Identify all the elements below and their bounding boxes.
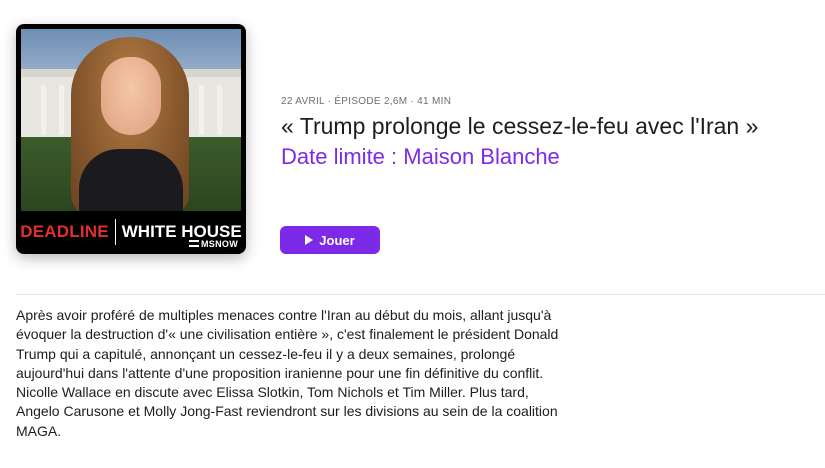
episode-title: « Trump prolonge le cessez-le-feu avec l… xyxy=(281,113,759,139)
brand-deadline: DEADLINE xyxy=(20,222,109,241)
play-icon xyxy=(305,235,314,245)
play-button[interactable]: Jouer xyxy=(280,226,380,254)
show-link[interactable]: Date limite : Maison Blanche xyxy=(281,144,560,170)
network-label: MSNOW xyxy=(201,239,238,249)
network-logo: MSNOW xyxy=(189,239,238,249)
brand-separator xyxy=(114,219,116,245)
play-button-label: Jouer xyxy=(319,232,355,248)
episode-meta: 22 AVRIL · ÉPISODE 2,6M · 41 MIN xyxy=(281,96,452,107)
divider xyxy=(16,294,825,295)
white-house-column xyxy=(217,85,222,135)
host-clothing xyxy=(79,149,183,211)
host-face xyxy=(101,57,161,135)
network-icon xyxy=(189,240,199,247)
podcast-artwork[interactable]: DEADLINE WHITE HOUSE MSNOW xyxy=(16,24,246,254)
white-house-column xyxy=(199,85,204,135)
episode-description: Après avoir proféré de multiples menaces… xyxy=(16,307,559,439)
white-house-column xyxy=(41,85,46,135)
artwork-photo xyxy=(21,29,241,211)
white-house-column xyxy=(59,85,64,135)
